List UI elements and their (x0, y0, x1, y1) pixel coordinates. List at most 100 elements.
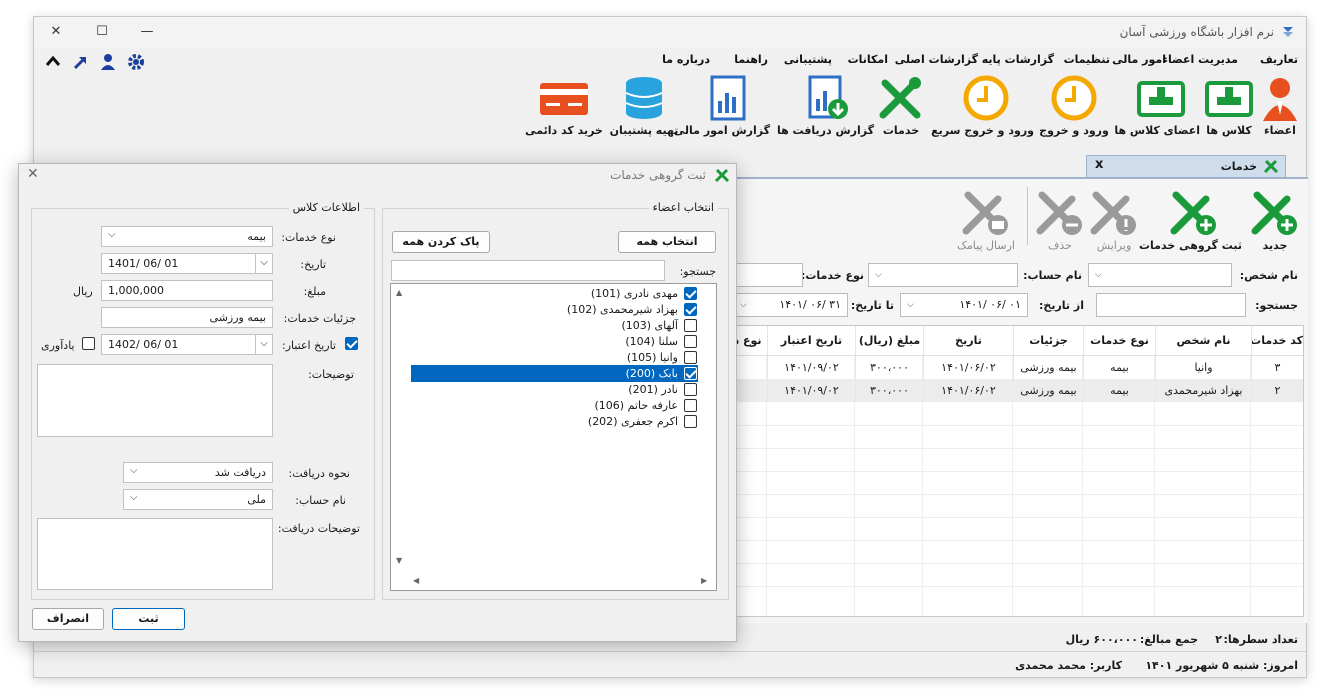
list-item[interactable]: نادر (201) (411, 381, 698, 398)
from-date-picker[interactable]: ۱۴۰۱/ ۰۶/ ۰۱ ⌵ (900, 293, 1028, 317)
cancel-button[interactable]: انصراف (32, 608, 104, 630)
menu-basic-reports[interactable]: گزارشات پایه (982, 53, 1054, 66)
group-register-button[interactable]: ثبت گروهی خدمات (1139, 189, 1242, 252)
validity-date-checkbox[interactable] (345, 337, 358, 350)
external-link-icon[interactable] (72, 53, 90, 71)
col-service-type[interactable]: نوع خدمات (1083, 326, 1155, 356)
col-date[interactable]: تاریخ (923, 326, 1013, 356)
tool-classes[interactable]: کلاس ها (1200, 75, 1258, 137)
gear-icon[interactable] (127, 53, 145, 71)
maximize-button[interactable]: ☐ (87, 21, 117, 43)
menu-settings[interactable]: تنظیمات (1064, 53, 1110, 66)
col-person-name[interactable]: نام شخص (1155, 326, 1251, 356)
scroll-down-icon[interactable]: ▼ (396, 556, 402, 565)
tool-finance-report[interactable]: گزارش امور مالی (674, 75, 770, 137)
member-search-input[interactable] (391, 260, 665, 281)
menu-main-reports[interactable]: گزارشات اصلی (895, 53, 978, 66)
col-service-code[interactable]: کد خدمات (1251, 326, 1303, 356)
member-checkbox[interactable] (684, 287, 697, 300)
member-checkbox[interactable] (684, 351, 697, 364)
member-checkbox[interactable] (684, 383, 697, 396)
list-item[interactable]: آلهای (103) (411, 317, 698, 334)
tab-services[interactable]: خدمات x (1086, 155, 1286, 177)
receive-account-combo[interactable]: ملی ⌵ (123, 489, 273, 510)
new-service-button[interactable]: جدید (1246, 189, 1304, 252)
tool-members[interactable]: اعضاء (1258, 75, 1302, 137)
clock-icon (1051, 75, 1097, 121)
menu-support[interactable]: پشتیبانی (784, 53, 832, 66)
table-row[interactable]: ۲ بهزاد شیرمحمدی بیمه بیمه ورزشی ۱۴۰۱/۰۶… (735, 379, 1303, 402)
date-picker[interactable]: 1401/ 06/ 01 (101, 253, 273, 274)
menu-facilities[interactable]: امکانات (848, 53, 888, 66)
delete-icon (1036, 191, 1082, 235)
col-receipt-type[interactable]: نوع د (735, 326, 767, 356)
select-all-button[interactable]: انتخاب همه (618, 231, 716, 253)
receive-method-combo[interactable]: دریافت شد ⌵ (123, 462, 273, 483)
receive-notes-textarea[interactable] (37, 518, 273, 590)
tool-backup[interactable]: تهیه پشتیبان (602, 75, 686, 137)
chevron-up-icon[interactable] (44, 53, 62, 71)
menu-help[interactable]: راهنما (734, 53, 768, 66)
tool-services[interactable]: خدمات (874, 75, 928, 137)
tool-fast-entry-exit[interactable]: ورود و خروج سریع (931, 75, 1034, 137)
vertical-scrollbar[interactable]: ▲ ▼ (391, 284, 409, 574)
list-item[interactable]: بهزاد شیرمحمدی (102) (411, 301, 698, 318)
chevron-down-icon[interactable]: ⌵ (255, 335, 272, 354)
member-checkbox[interactable] (684, 415, 697, 428)
list-item[interactable]: عارفه حاتم (106) (411, 397, 698, 414)
tool-entry-exit[interactable]: ورود و خروج (1038, 75, 1110, 137)
list-item[interactable]: اکرم جعفری (202) (411, 413, 698, 430)
member-checkbox[interactable] (684, 399, 697, 412)
member-checkbox[interactable] (684, 303, 697, 316)
list-item[interactable]: وانیا (105) (411, 349, 698, 366)
member-checkbox[interactable] (684, 335, 697, 348)
amount-input[interactable]: 1,000,000 (101, 280, 273, 301)
search-filter-label: جستجو: (1255, 299, 1298, 312)
tool-buy-license[interactable]: خرید کد دائمی (522, 75, 606, 137)
menu-members[interactable]: مدیریت اعضاء (1162, 53, 1238, 66)
person-filter-combo[interactable]: ⌵ (1088, 263, 1232, 287)
close-window-button[interactable]: ✕ (41, 21, 71, 43)
reminder-checkbox[interactable] (82, 337, 95, 350)
menu-definitions[interactable]: تعاریف (1260, 53, 1298, 66)
user-icon[interactable] (99, 53, 117, 71)
to-date-picker[interactable]: ۱۴۰۱/ ۰۶/ ۳۱ ⌵ (733, 293, 848, 317)
grid-line (735, 494, 1303, 495)
member-checkbox[interactable] (684, 319, 697, 332)
account-filter-combo[interactable]: ⌵ (868, 263, 1018, 287)
service-details-input[interactable]: بیمه ورزشی (101, 307, 273, 328)
edit-service-button[interactable]: ویرایش (1086, 189, 1142, 252)
chevron-down-icon[interactable]: ⌵ (255, 254, 272, 273)
table-row[interactable]: ۳ وانیا بیمه بیمه ورزشی ۱۴۰۱/۰۶/۰۲ ۳۰۰،۰… (735, 356, 1303, 379)
grid-line (1012, 356, 1013, 616)
close-icon[interactable]: ✕ (27, 166, 39, 182)
col-amount[interactable]: مبلغ (ریال) (855, 326, 923, 356)
search-filter-input[interactable] (1096, 293, 1246, 317)
tab-close-button[interactable]: x (1095, 157, 1103, 172)
scroll-left-icon[interactable]: ◀ (413, 576, 419, 585)
chevron-down-icon: ⌵ (907, 300, 914, 310)
menu-about[interactable]: درباره ما (662, 53, 710, 66)
submit-button[interactable]: ثبت (112, 608, 185, 630)
grid-line (735, 517, 1303, 518)
scroll-up-icon[interactable]: ▲ (396, 288, 402, 297)
service-type-filter-combo[interactable] (733, 263, 803, 287)
minimize-button[interactable]: — (132, 21, 162, 43)
list-item[interactable]: بابک (200) (411, 365, 698, 382)
service-type-combo[interactable]: بیمه ⌵ (101, 226, 273, 247)
send-sms-button[interactable]: ارسال پیامک (948, 189, 1024, 252)
member-checkbox[interactable] (684, 367, 697, 380)
clear-all-button[interactable]: پاک کردن همه (392, 231, 490, 253)
validity-date-picker[interactable]: 1402/ 06/ 01 (101, 334, 273, 355)
col-validity-date[interactable]: تاریخ اعتبار (767, 326, 855, 356)
tool-receipts-report[interactable]: گزارش دریافت ها (777, 75, 874, 137)
delete-service-button[interactable]: حذف (1034, 189, 1086, 252)
menu-finance[interactable]: امور مالی (1112, 53, 1166, 66)
list-item[interactable]: مهدی نادری (101) (411, 285, 698, 302)
notes-textarea[interactable] (37, 364, 273, 437)
col-details[interactable]: جزئیات (1013, 326, 1083, 356)
horizontal-scrollbar[interactable]: ◀ ▶ (409, 573, 716, 590)
scroll-right-icon[interactable]: ▶ (701, 576, 707, 585)
list-item[interactable]: سلنا (104) (411, 333, 698, 350)
tool-class-members[interactable]: اعضای کلاس ها (1114, 75, 1200, 137)
